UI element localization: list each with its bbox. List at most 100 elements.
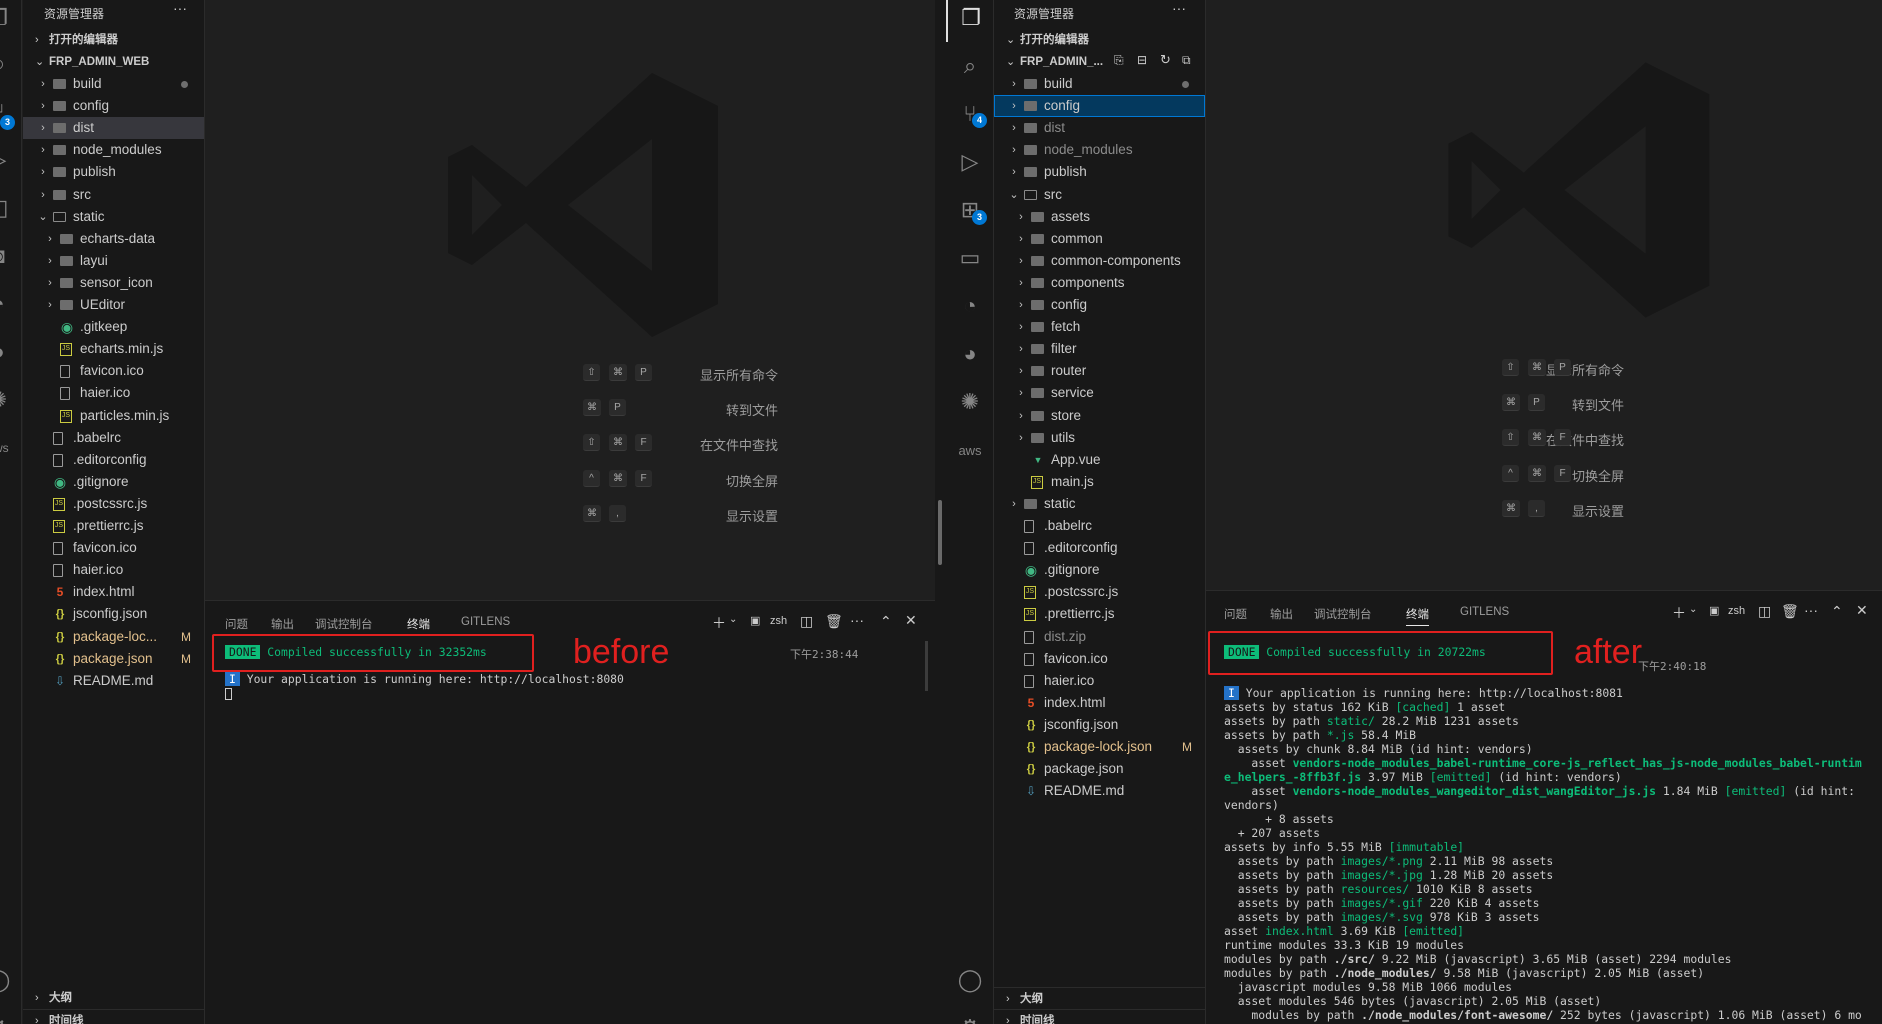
panel-tab[interactable]: GITLENS — [461, 616, 510, 628]
tree-item[interactable]: › publish — [994, 161, 1205, 183]
tree-item[interactable]: › build — [23, 73, 204, 95]
panel-tab[interactable]: GITLENS — [1460, 606, 1509, 618]
tree-item[interactable]: › sensor_icon — [23, 272, 204, 294]
tree-item[interactable]: haier.ico — [23, 382, 204, 404]
panel-tab[interactable]: 输出 — [1270, 606, 1293, 622]
tree-item[interactable]: haier.ico — [994, 670, 1205, 692]
more-actions-icon[interactable]: ··· — [173, 0, 187, 16]
extensions-icon[interactable]: ⊞ — [946, 186, 994, 234]
maximize-panel-icon[interactable]: ⌃ — [1831, 603, 1843, 620]
tree-item[interactable]: 5 index.html — [23, 581, 204, 603]
tree-item[interactable]: ⌄ src — [994, 184, 1205, 206]
tree-item[interactable]: › node_modules — [23, 139, 204, 161]
tree-item[interactable]: › layui — [23, 250, 204, 272]
tree-item[interactable]: ⌄ static — [23, 206, 204, 228]
tree-item[interactable]: › router — [994, 360, 1205, 382]
panel-tab[interactable]: 调试控制台 — [1314, 606, 1372, 622]
tree-item[interactable]: › config — [23, 95, 204, 117]
maximize-panel-icon[interactable]: ⌃ — [880, 613, 892, 630]
search-icon[interactable]: ⌕ — [946, 42, 994, 90]
tree-item[interactable]: › node_modules — [994, 139, 1205, 161]
tree-item[interactable]: › config — [994, 294, 1205, 316]
tree-item[interactable]: ⇩ README.md — [994, 780, 1205, 802]
search-icon[interactable]: ○ — [0, 40, 22, 88]
tree-item[interactable]: {} package.json M — [23, 648, 204, 670]
add-terminal-icon[interactable]: ＋ — [1672, 603, 1686, 623]
extensions-icon[interactable]: ◫ — [0, 184, 22, 232]
account-icon[interactable]: ◯ — [946, 956, 994, 1004]
copilot-icon[interactable]: ✺ — [946, 378, 994, 426]
tree-item[interactable]: JS .prettierrc.js — [23, 515, 204, 537]
trash-icon[interactable]: 🗑 — [1781, 603, 1799, 620]
project-section[interactable]: ⌄ FRP_ADMIN_... — [994, 51, 1205, 73]
tree-item[interactable]: › fetch — [994, 316, 1205, 338]
open-editors-section[interactable]: ⌄ 打开的编辑器 — [994, 29, 1205, 51]
tree-item[interactable]: favicon.ico — [23, 537, 204, 559]
account-icon[interactable]: ◯ — [0, 956, 22, 1004]
tree-item[interactable]: JS echarts.min.js — [23, 338, 204, 360]
tree-item[interactable]: 5 index.html — [994, 692, 1205, 714]
terminal-scrollbar[interactable] — [925, 641, 928, 691]
tree-item[interactable]: ▼ App.vue — [994, 449, 1205, 471]
new-folder-icon[interactable]: ⊟ — [1137, 53, 1147, 67]
aws-icon[interactable]: aws — [0, 424, 22, 472]
tree-item[interactable]: ◉ .gitignore — [23, 471, 204, 493]
git-graph-icon[interactable]: ◔ — [0, 280, 22, 328]
panel-tab[interactable]: 问题 — [1224, 606, 1247, 622]
gitlens-icon[interactable]: ◕ — [946, 330, 994, 378]
source-control-icon[interactable]: ⑂ — [946, 90, 994, 138]
tree-item[interactable]: haier.ico — [23, 559, 204, 581]
tree-item[interactable]: › common-components — [994, 250, 1205, 272]
outline-section[interactable]: › 大纲 — [23, 987, 204, 1009]
tree-item[interactable]: .editorconfig — [994, 537, 1205, 559]
tree-item[interactable]: {} package-lock.json M — [994, 736, 1205, 758]
open-editors-section[interactable]: › 打开的编辑器 — [23, 29, 204, 51]
tree-item[interactable]: › config — [994, 95, 1205, 118]
tree-item[interactable]: .babelrc — [23, 427, 204, 449]
add-terminal-icon[interactable]: ＋ — [712, 613, 726, 633]
timeline-section[interactable]: › 时间线 — [994, 1009, 1205, 1024]
tree-item[interactable]: ◉ .gitkeep — [23, 316, 204, 338]
tree-item[interactable]: dist.zip — [994, 626, 1205, 648]
tree-item[interactable]: favicon.ico — [23, 360, 204, 382]
run-debug-icon[interactable]: ▷ — [0, 136, 22, 184]
shell-label[interactable]: zsh — [1728, 605, 1745, 617]
git-graph-icon[interactable]: ◔ — [946, 282, 994, 330]
tree-item[interactable]: › build — [994, 73, 1205, 95]
tree-item[interactable]: ◉ .gitignore — [994, 559, 1205, 581]
tree-item[interactable]: › assets — [994, 206, 1205, 228]
more-icon[interactable]: ··· — [1804, 602, 1818, 618]
tree-item[interactable]: JS .postcssrc.js — [994, 581, 1205, 603]
aws-icon[interactable]: aws — [946, 426, 994, 474]
panel-tab[interactable]: 终端 — [407, 616, 430, 636]
split-terminal-icon[interactable]: ◫ — [1758, 603, 1771, 620]
collapse-all-icon[interactable]: ⧉ — [1182, 53, 1191, 68]
tree-item[interactable]: › components — [994, 272, 1205, 294]
window-sash[interactable] — [938, 500, 942, 565]
run-debug-icon[interactable]: ▷ — [946, 138, 994, 186]
new-file-icon[interactable]: ⎘ — [1114, 53, 1124, 68]
tree-item[interactable]: › src — [23, 184, 204, 206]
tree-item[interactable]: JS .postcssrc.js — [23, 493, 204, 515]
copilot-icon[interactable]: ✺ — [0, 376, 22, 424]
tree-item[interactable]: › dist — [994, 117, 1205, 139]
more-icon[interactable]: ··· — [850, 612, 864, 628]
tree-item[interactable]: JS particles.min.js — [23, 405, 204, 427]
tree-item[interactable]: {} jsconfig.json — [23, 603, 204, 625]
terminal-cursor[interactable] — [225, 688, 232, 700]
split-terminal-icon[interactable]: ◫ — [800, 613, 813, 630]
close-panel-icon[interactable]: ✕ — [905, 612, 917, 629]
tree-item[interactable]: JS .prettierrc.js — [994, 603, 1205, 625]
panel-tab[interactable]: 输出 — [271, 616, 294, 632]
tree-item[interactable]: › UEditor — [23, 294, 204, 316]
tree-item[interactable]: favicon.ico — [994, 648, 1205, 670]
tree-item[interactable]: {} package-loc... M — [23, 626, 204, 648]
refresh-icon[interactable]: ↻ — [1160, 52, 1171, 68]
tree-item[interactable]: › static — [994, 493, 1205, 515]
tree-item[interactable]: › utils — [994, 427, 1205, 449]
outline-section[interactable]: › 大纲 — [994, 987, 1205, 1009]
tree-item[interactable]: › publish — [23, 161, 204, 183]
tree-item[interactable]: {} package.json — [994, 758, 1205, 780]
remote-explorer-icon[interactable]: ◙ — [0, 232, 22, 280]
project-section[interactable]: ⌄ FRP_ADMIN_WEB — [23, 51, 204, 73]
